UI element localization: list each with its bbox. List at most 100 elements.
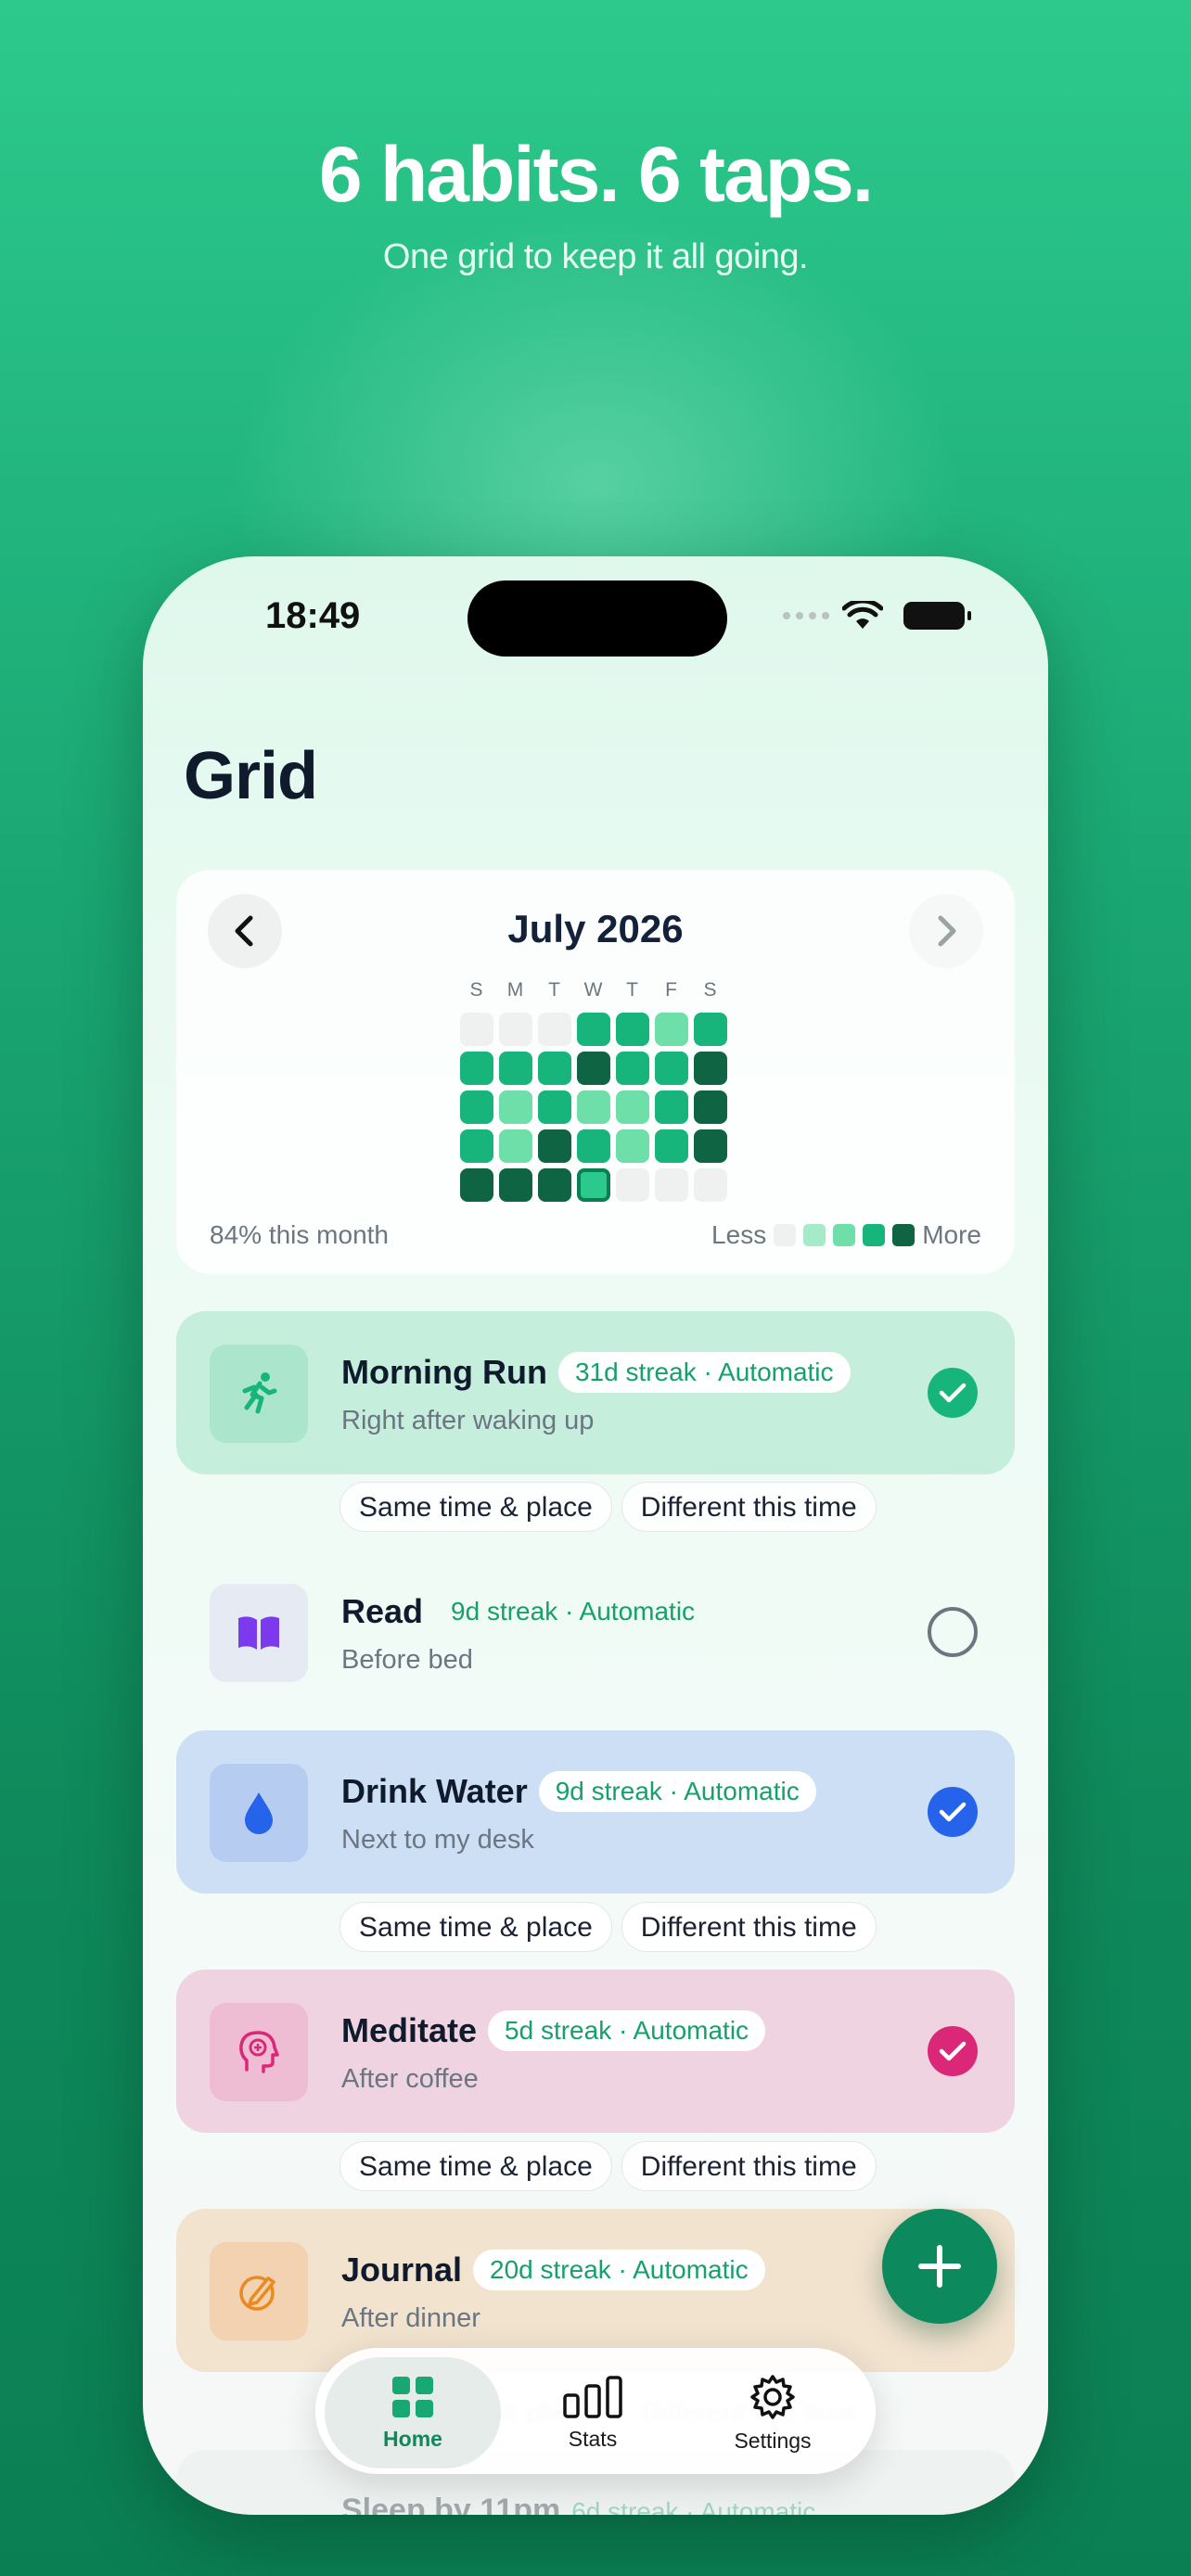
- habit-done-toggle[interactable]: [928, 1787, 978, 1837]
- habit-card-meditate[interactable]: Meditate 5d streak · Automatic After coff…: [176, 1970, 1015, 2133]
- calendar-day-cell[interactable]: [577, 1090, 610, 1124]
- habit-chips-morning-run: Same time & place Different this time: [339, 1482, 877, 1532]
- checkmark-icon: [939, 2041, 967, 2061]
- runner-icon: [242, 1372, 277, 1414]
- calendar-card: July 2026 SMTWTFS 84% this month Less Mo…: [176, 870, 1015, 1274]
- brain-icon: [239, 2031, 279, 2073]
- streak-badge: 5d streak · Automatic: [488, 2010, 766, 2051]
- calendar-day-cell[interactable]: [538, 1013, 571, 1046]
- different-this-time-chip[interactable]: Different this time: [621, 1902, 877, 1952]
- calendar-day-cell[interactable]: [499, 1168, 532, 1202]
- streak-badge: 20d streak · Automatic: [473, 2250, 765, 2290]
- calendar-day-cell[interactable]: [616, 1168, 649, 1202]
- next-month-button[interactable]: [909, 894, 983, 968]
- calendar-day-cell[interactable]: [577, 1129, 610, 1163]
- calendar-day-cell[interactable]: [460, 1013, 493, 1046]
- habit-subtitle: Before bed: [341, 1645, 473, 1675]
- habit-name: Journal 20d streak · Automatic: [341, 2250, 765, 2290]
- weekday-label: S: [469, 979, 484, 1001]
- water-drop-icon: [245, 1792, 273, 1834]
- different-this-time-chip[interactable]: Different this time: [621, 2141, 877, 2191]
- gear-icon: [750, 2374, 795, 2419]
- calendar-day-cell[interactable]: [460, 1129, 493, 1163]
- habit-done-toggle[interactable]: [928, 2026, 978, 2076]
- habit-icon-box: [210, 2003, 308, 2101]
- same-time-place-chip[interactable]: Same time & place: [339, 2141, 612, 2191]
- status-icons: [783, 601, 971, 631]
- calendar-day-cell[interactable]: [460, 1090, 493, 1124]
- chevron-right-icon: [938, 915, 956, 947]
- calendar-day-cell[interactable]: [460, 1052, 493, 1085]
- habit-name: Sleep by 11pm 6d streak · Automatic: [341, 2493, 815, 2515]
- calendar-day-cell[interactable]: [460, 1168, 493, 1202]
- calendar-day-cell[interactable]: [655, 1013, 688, 1046]
- tab-home[interactable]: Home: [325, 2357, 501, 2468]
- book-icon: [238, 1616, 279, 1650]
- calendar-day-cell[interactable]: [538, 1129, 571, 1163]
- calendar-day-cell[interactable]: [499, 1129, 532, 1163]
- calendar-day-cell[interactable]: [538, 1168, 571, 1202]
- calendar-day-cell[interactable]: [694, 1090, 727, 1124]
- calendar-day-today[interactable]: [577, 1168, 610, 1202]
- calendar-day-cell[interactable]: [577, 1013, 610, 1046]
- same-time-place-chip[interactable]: Same time & place: [339, 1902, 612, 1952]
- tab-stats[interactable]: Stats: [505, 2357, 681, 2468]
- calendar-day-cell[interactable]: [694, 1129, 727, 1163]
- weekday-label: M: [506, 979, 525, 1001]
- tab-settings[interactable]: Settings: [685, 2357, 861, 2468]
- calendar-day-cell[interactable]: [499, 1013, 532, 1046]
- habit-card-read[interactable]: Read 9d streak · Automatic Before bed: [176, 1550, 1015, 1714]
- calendar-day-cell[interactable]: [655, 1052, 688, 1085]
- legend-more-label: More: [922, 1220, 981, 1249]
- habit-name: Drink Water 9d streak · Automatic: [341, 1771, 816, 1812]
- hero-subheadline: One grid to keep it all going.: [382, 237, 809, 276]
- same-time-place-chip[interactable]: Same time & place: [339, 1482, 612, 1532]
- tab-bar: Home Stats Settings: [315, 2348, 876, 2474]
- habit-icon-box: [210, 2242, 308, 2340]
- calendar-day-cell[interactable]: [616, 1052, 649, 1085]
- legend-swatch: [803, 1224, 826, 1246]
- calendar-day-cell[interactable]: [694, 1052, 727, 1085]
- phone-frame: 18:49 Grid July 2026 SMTWTFS 84% this mo…: [143, 556, 1048, 2515]
- battery-icon: [903, 602, 971, 630]
- dynamic-island: [467, 580, 727, 657]
- calendar-day-cell[interactable]: [655, 1168, 688, 1202]
- habit-subtitle: Next to my desk: [341, 1825, 534, 1855]
- habit-chips-meditate: Same time & place Different this time: [339, 2141, 877, 2191]
- monthly-completion: 84% this month: [210, 1220, 389, 1249]
- calendar-day-cell[interactable]: [577, 1052, 610, 1085]
- tab-settings-label: Settings: [734, 2428, 812, 2453]
- legend-less-label: Less: [711, 1220, 767, 1249]
- habit-name: Read 9d streak · Automatic: [341, 1591, 711, 1632]
- different-this-time-chip[interactable]: Different this time: [621, 1482, 877, 1532]
- habit-card-drink-water[interactable]: Drink Water 9d streak · Automatic Next to…: [176, 1730, 1015, 1894]
- legend-swatch: [863, 1224, 886, 1246]
- plus-icon: [918, 2245, 961, 2288]
- calendar-day-cell[interactable]: [655, 1090, 688, 1124]
- pencil-icon: [239, 2276, 275, 2311]
- calendar-day-cell[interactable]: [655, 1129, 688, 1163]
- calendar-day-cell[interactable]: [616, 1129, 649, 1163]
- weekday-label: T: [626, 979, 639, 1001]
- calendar-day-cell[interactable]: [499, 1052, 532, 1085]
- streak-badge: 6d streak · Automatic: [571, 2497, 816, 2515]
- calendar-day-cell[interactable]: [694, 1168, 727, 1202]
- habit-name: Morning Run 31d streak · Automatic: [341, 1352, 851, 1393]
- wifi-icon: [842, 601, 883, 629]
- calendar-day-cell[interactable]: [538, 1090, 571, 1124]
- calendar-day-cell[interactable]: [538, 1052, 571, 1085]
- add-habit-button[interactable]: [882, 2209, 997, 2324]
- habit-done-toggle[interactable]: [928, 1607, 978, 1657]
- calendar-day-cell[interactable]: [694, 1013, 727, 1046]
- streak-badge: 9d streak · Automatic: [451, 1597, 696, 1626]
- habit-icon-box: [210, 1345, 308, 1443]
- habit-subtitle: Right after waking up: [341, 1406, 595, 1435]
- calendar-day-cell[interactable]: [499, 1090, 532, 1124]
- weekday-label: F: [665, 979, 678, 1001]
- bar-chart-icon: [563, 2375, 622, 2418]
- habit-done-toggle[interactable]: [928, 1368, 978, 1418]
- calendar-day-cell[interactable]: [616, 1013, 649, 1046]
- habit-card-morning-run[interactable]: Morning Run 31d streak · Automatic Right …: [176, 1311, 1015, 1474]
- calendar-day-cell[interactable]: [616, 1090, 649, 1124]
- calendar-heatmap: [460, 1013, 727, 1202]
